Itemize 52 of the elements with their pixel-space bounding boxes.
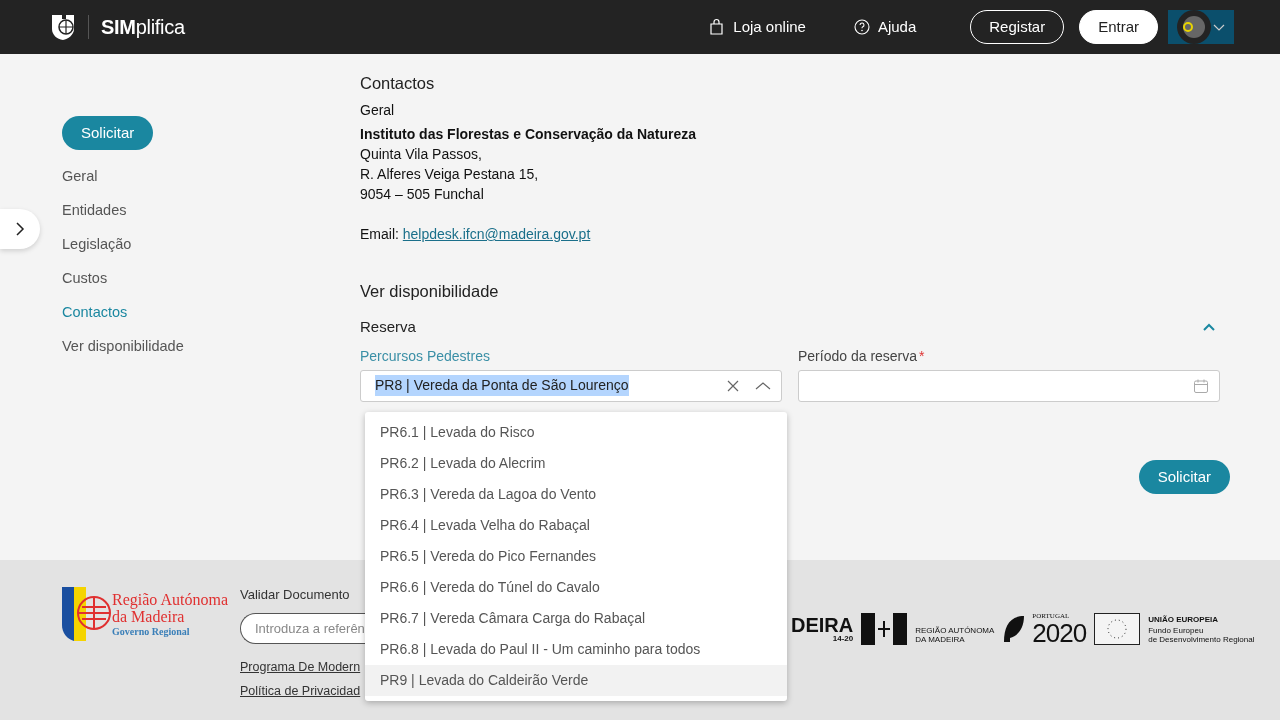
logo-subtext: DA MADEIRA <box>915 635 966 644</box>
dropdown-option[interactable]: PR6.4 | Levada Velha do Rabaçal <box>365 510 787 541</box>
logo-subtext: Fundo Europeu <box>1148 625 1204 635</box>
login-button[interactable]: Entrar <box>1079 10 1158 44</box>
address-line: 9054 – 505 Funchal <box>360 185 485 204</box>
reference-input[interactable]: Introduza a referên <box>240 612 365 644</box>
footer-link[interactable]: Programa De Modern <box>240 657 365 677</box>
dropdown-option[interactable]: PR6.1 | Levada do Risco <box>365 417 787 448</box>
logo-text: UNIÃO EUROPEIA <box>1148 614 1219 624</box>
sidebar-item[interactable]: Custos <box>62 262 360 296</box>
sidebar-item[interactable]: Legislação <box>62 228 360 262</box>
select-field[interactable]: PR8 | Vereda da Ponta de São Lourenço <box>360 369 782 402</box>
sidebar-item[interactable]: Entidades <box>62 194 360 228</box>
dropdown-option[interactable]: PR6.8 | Levada do Paul II - Um caminho para todos <box>365 634 787 665</box>
logo-subtext: 14-20 <box>831 635 854 643</box>
field-label: Percursos Pedestres <box>360 346 491 366</box>
sidebar-item[interactable]: Contactos <box>62 296 360 330</box>
brand-logo[interactable]: SIMplifica <box>101 12 185 42</box>
contact-heading: Geral <box>360 101 396 120</box>
address-line: Quinta Vila Passos, <box>360 145 483 164</box>
organization-name: Instituto das Florestas e Conservação da Natureza <box>360 125 698 144</box>
section-title: Ver disponibilidade <box>360 282 500 302</box>
logo-text: DEIRA <box>791 615 854 635</box>
sidebar-item[interactable]: Ver disponibilidade <box>62 330 360 364</box>
dropdown-option[interactable]: PR9 | Levada do Caldeirão Verde <box>365 665 787 696</box>
address-line: R. Alferes Veiga Pestana 15, <box>360 165 540 184</box>
logo-subtext: REGIÃO AUTÓNOMA <box>915 626 995 635</box>
dropdown-option[interactable]: PR6.2 | Levada do Alecrim <box>365 448 787 479</box>
selected-value: PR8 | Vereda da Ponta de São Lourenço <box>375 375 629 397</box>
email-link[interactable]: helpdesk.ifcn@madeira.gov.pt <box>402 226 591 242</box>
accordion-title: Reserva <box>360 316 416 337</box>
logo-text: da Madeira <box>112 608 186 625</box>
required-mark: * <box>919 347 925 364</box>
dropdown-option[interactable]: PR6.5 | Vereda do Pico Fernandes <box>365 541 787 572</box>
submit-button[interactable]: Solicitar <box>1138 459 1230 494</box>
dropdown-option[interactable]: PR6.3 | Vereda da Lagoa do Vento <box>365 479 787 510</box>
logo-subtext: de Desenvolvimento Regional <box>1148 634 1255 644</box>
request-button[interactable]: Solicitar <box>62 116 154 150</box>
accordion-header[interactable]: Reserva <box>360 309 1230 344</box>
field-label: Validar Documento <box>240 587 351 604</box>
logo-subtext: Governo Regional <box>112 627 191 637</box>
sidebar-item[interactable]: Geral <box>62 160 360 194</box>
dropdown-option[interactable]: PR6.7 | Vereda Câmara Carga do Rabaçal <box>365 603 787 634</box>
field-label: Período da reserva <box>798 347 918 364</box>
dropdown-option[interactable]: PR6.6 | Vereda do Túnel do Cavalo <box>365 572 787 603</box>
logo-text: Região Autónoma <box>112 591 228 608</box>
footer-link[interactable]: Política de Privacidad <box>240 682 365 701</box>
nav-link[interactable]: Ajuda <box>853 15 917 39</box>
email-label: Email: <box>360 226 399 242</box>
section-title: Contactos <box>360 74 436 92</box>
logo-text: 2020 <box>1032 619 1087 646</box>
nav-link[interactable]: Loja online <box>709 15 806 39</box>
